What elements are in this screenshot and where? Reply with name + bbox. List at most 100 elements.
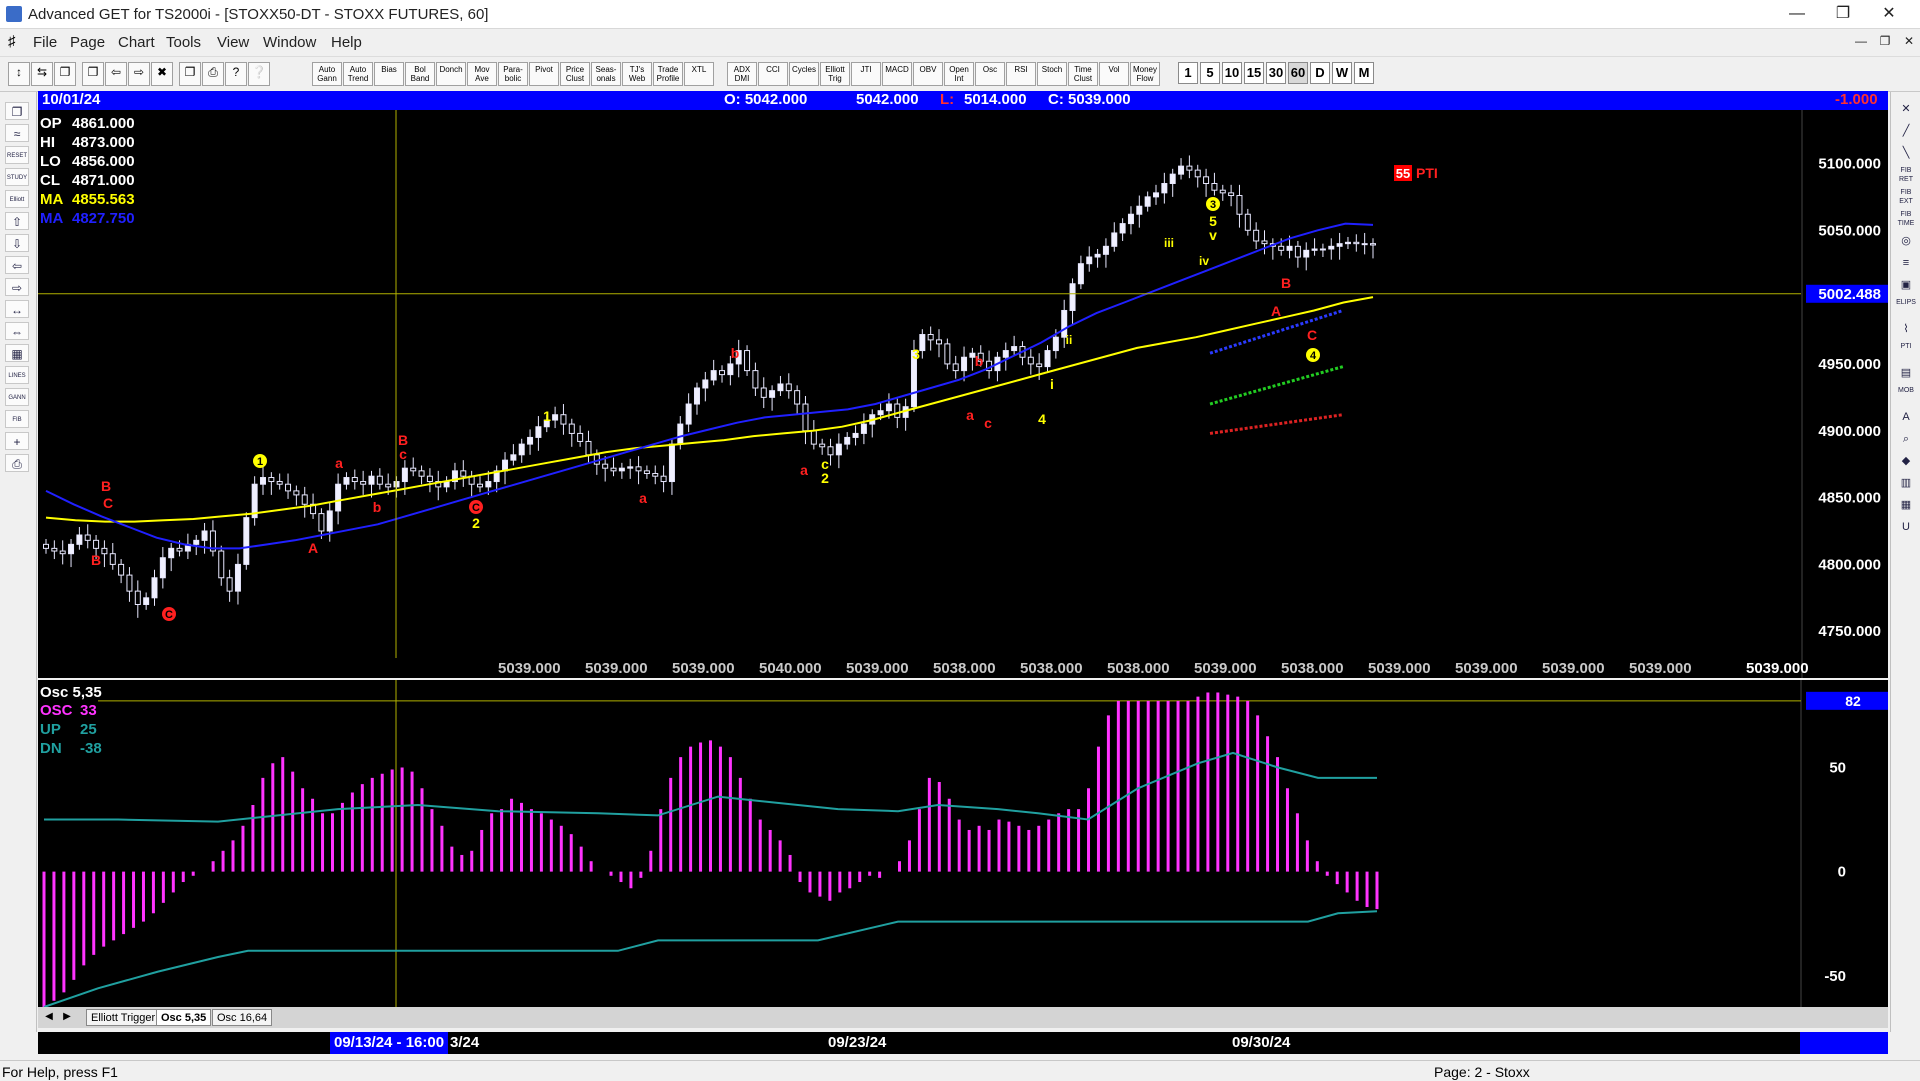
- toolbar-std-icon-8[interactable]: ⎙: [202, 62, 224, 86]
- left-tool-8[interactable]: ⇨: [5, 278, 29, 296]
- oscillator-panel[interactable]: 82 50 0 -50 Osc 5,35 OSC 33 UP 25 DN -38: [38, 680, 1888, 1007]
- right-tool-18[interactable]: ▦: [1895, 496, 1917, 514]
- timeframe-button-60[interactable]: 60: [1288, 62, 1308, 84]
- right-tool-13[interactable]: MOB: [1895, 386, 1917, 404]
- timeframe-button-W[interactable]: W: [1332, 62, 1352, 84]
- menu-window[interactable]: Window: [263, 34, 316, 51]
- left-tool-2[interactable]: RESET: [5, 146, 29, 164]
- toolbar-std-icon-6[interactable]: ✖: [151, 62, 173, 86]
- mdi-minimize-button[interactable]: —: [1850, 29, 1872, 53]
- right-tool-0[interactable]: ✕: [1895, 100, 1917, 118]
- timeframe-button-M[interactable]: M: [1354, 62, 1374, 84]
- menu-help[interactable]: Help: [331, 34, 362, 51]
- left-tool-10[interactable]: ⇔: [5, 322, 29, 340]
- menu-view[interactable]: View: [217, 34, 249, 51]
- left-tool-12[interactable]: LINES: [5, 366, 29, 384]
- study-button-9[interactable]: Seas- onals: [591, 62, 621, 86]
- study-button-7[interactable]: Pivot: [529, 62, 559, 86]
- menu-tools[interactable]: Tools: [166, 34, 201, 51]
- right-tool-7[interactable]: ≡: [1895, 254, 1917, 272]
- toolbar-std-icon-4[interactable]: ⇦: [105, 62, 127, 86]
- menu-chart[interactable]: Chart: [118, 34, 155, 51]
- left-tool-0[interactable]: ❐: [5, 102, 29, 120]
- maximize-button[interactable]: ❐: [1820, 0, 1866, 28]
- price-chart-panel[interactable]: B C B C 1 Aa b Bc 2 C 1 a b a 3 b a c i 4 2 c iii iv 3 5 v ii B A C 4 55…: [38, 110, 1888, 678]
- study-button-0[interactable]: Auto Gann: [312, 62, 342, 86]
- right-tool-17[interactable]: ▥: [1895, 474, 1917, 492]
- left-tool-13[interactable]: GANN: [5, 388, 29, 406]
- left-tool-9[interactable]: ↔: [5, 300, 29, 318]
- left-tool-5[interactable]: ⇧: [5, 212, 29, 230]
- study-button-14[interactable]: CCI: [758, 62, 788, 86]
- right-tool-2[interactable]: ╲: [1895, 144, 1917, 162]
- study-button-18[interactable]: MACD: [882, 62, 912, 86]
- minimize-button[interactable]: —: [1774, 0, 1820, 28]
- left-tool-6[interactable]: ⇩: [5, 234, 29, 252]
- toolbar-std-icon-10[interactable]: ❔: [248, 62, 270, 86]
- left-tool-15[interactable]: +: [5, 432, 29, 450]
- close-button[interactable]: ✕: [1866, 0, 1912, 28]
- right-tool-11[interactable]: PTI: [1895, 342, 1917, 360]
- date-scroll-block[interactable]: [1800, 1032, 1888, 1054]
- right-tool-3[interactable]: FIB RET: [1895, 166, 1917, 184]
- right-tool-5[interactable]: FIB TIME: [1895, 210, 1917, 228]
- toolbar-std-icon-7[interactable]: ❐: [179, 62, 201, 86]
- study-button-10[interactable]: TJ's Web: [622, 62, 652, 86]
- toolbar-std-icon-9[interactable]: ?: [225, 62, 247, 86]
- study-button-21[interactable]: Osc: [975, 62, 1005, 86]
- study-button-6[interactable]: Para- bolic: [498, 62, 528, 86]
- study-button-25[interactable]: Vol: [1099, 62, 1129, 86]
- study-button-3[interactable]: Bol Band: [405, 62, 435, 86]
- right-tool-6[interactable]: ◎: [1895, 232, 1917, 250]
- menu-page[interactable]: Page: [70, 34, 105, 51]
- study-button-1[interactable]: Auto Trend: [343, 62, 373, 86]
- right-tool-12[interactable]: ▤: [1895, 364, 1917, 382]
- left-tool-1[interactable]: ≈: [5, 124, 29, 142]
- study-button-8[interactable]: Price Clust: [560, 62, 590, 86]
- study-button-15[interactable]: Cycles: [789, 62, 819, 86]
- study-button-20[interactable]: Open Int: [944, 62, 974, 86]
- right-tool-10[interactable]: ⌇: [1895, 320, 1917, 338]
- left-tool-16[interactable]: ⎙: [5, 454, 29, 472]
- left-tool-4[interactable]: Elliott: [5, 190, 29, 208]
- timeframe-button-D[interactable]: D: [1310, 62, 1330, 84]
- right-tool-19[interactable]: U: [1895, 518, 1917, 536]
- right-tool-4[interactable]: FIB EXT: [1895, 188, 1917, 206]
- mdi-restore-button[interactable]: ❐: [1874, 29, 1896, 53]
- right-tool-8[interactable]: ▣: [1895, 276, 1917, 294]
- timeframe-button-10[interactable]: 10: [1222, 62, 1242, 84]
- tab-scroll-right-icon[interactable]: ▶: [60, 1009, 74, 1025]
- mdi-close-button[interactable]: ✕: [1898, 29, 1920, 53]
- toolbar-std-icon-3[interactable]: ❐: [82, 62, 104, 86]
- tab-osc-5-35[interactable]: Osc 5,35: [156, 1009, 212, 1026]
- tab-osc-16-64[interactable]: Osc 16,64: [212, 1009, 273, 1026]
- study-button-12[interactable]: XTL: [684, 62, 714, 86]
- study-button-26[interactable]: Money Flow: [1130, 62, 1160, 86]
- study-button-4[interactable]: Donch: [436, 62, 466, 86]
- study-button-5[interactable]: Mov Ave: [467, 62, 497, 86]
- left-tool-14[interactable]: FIB: [5, 410, 29, 428]
- left-tool-11[interactable]: ▦: [5, 344, 29, 362]
- right-tool-16[interactable]: ◆: [1895, 452, 1917, 470]
- study-button-23[interactable]: Stoch: [1037, 62, 1067, 86]
- study-button-13[interactable]: ADX DMI: [727, 62, 757, 86]
- toolbar-std-icon-1[interactable]: ⇆: [31, 62, 53, 86]
- timeframe-button-5[interactable]: 5: [1200, 62, 1220, 84]
- study-button-17[interactable]: JTI: [851, 62, 881, 86]
- study-button-2[interactable]: Bias: [374, 62, 404, 86]
- menu-file[interactable]: File: [33, 34, 57, 51]
- timeframe-button-30[interactable]: 30: [1266, 62, 1286, 84]
- study-button-22[interactable]: RSI: [1006, 62, 1036, 86]
- toolbar-std-icon-0[interactable]: ↕: [8, 62, 30, 86]
- right-tool-9[interactable]: ELIPS: [1895, 298, 1917, 316]
- study-button-11[interactable]: Trade Profile: [653, 62, 683, 86]
- timeframe-button-1[interactable]: 1: [1178, 62, 1198, 84]
- study-button-24[interactable]: Time Clust: [1068, 62, 1098, 86]
- left-tool-7[interactable]: ⇦: [5, 256, 29, 274]
- timeframe-button-15[interactable]: 15: [1244, 62, 1264, 84]
- right-tool-15[interactable]: ⌕: [1895, 430, 1917, 448]
- left-tool-3[interactable]: STUDY: [5, 168, 29, 186]
- study-button-19[interactable]: OBV: [913, 62, 943, 86]
- toolbar-std-icon-5[interactable]: ⇨: [128, 62, 150, 86]
- tab-elliott-trigger[interactable]: Elliott Trigger: [86, 1009, 161, 1026]
